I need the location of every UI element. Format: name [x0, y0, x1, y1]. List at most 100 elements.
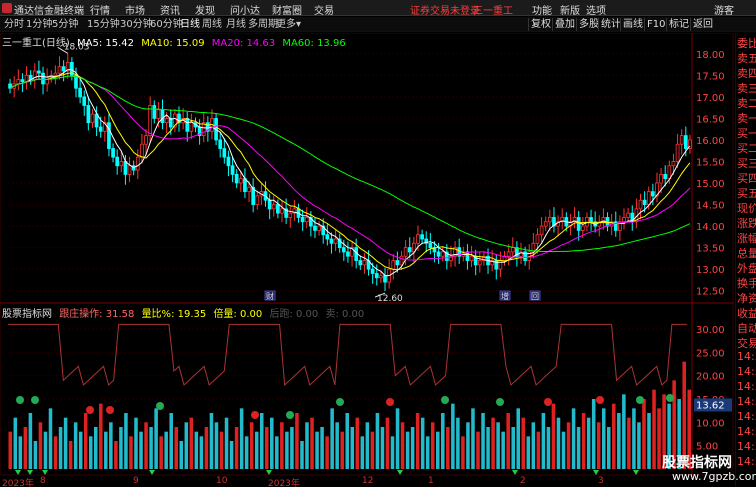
- quote-panel-label: 外盘: [737, 262, 756, 275]
- period-fenshi[interactable]: 分时: [4, 18, 24, 31]
- volume-bar: [496, 422, 500, 469]
- candle-body: [543, 221, 548, 227]
- tool-diejia[interactable]: 叠加: [552, 18, 577, 31]
- volume-bar: [370, 431, 375, 469]
- tool-fanhui[interactable]: 返回: [690, 18, 715, 31]
- menu-item-wenxiaoda[interactable]: 问小达: [230, 2, 260, 17]
- quote-panel-label: 14:5: [737, 395, 756, 408]
- candle-body: [646, 191, 651, 205]
- candle-body: [61, 66, 66, 72]
- tool-huaxian[interactable]: 画线: [620, 18, 645, 31]
- candle-body: [247, 186, 251, 193]
- period-daily[interactable]: 日线: [180, 18, 200, 31]
- volume-bar: [285, 431, 289, 469]
- volume-bar: [360, 436, 365, 469]
- candle-body: [107, 122, 111, 149]
- candle-body: [127, 165, 132, 175]
- period-30min[interactable]: 30分钟: [120, 18, 153, 31]
- candle-body: [185, 117, 190, 132]
- volume-bar: [224, 417, 229, 469]
- candle-body: [16, 79, 21, 85]
- candle-body: [37, 70, 41, 74]
- candle-body: [317, 225, 321, 231]
- date-label: 12: [362, 476, 374, 486]
- period-more[interactable]: 更多: [276, 18, 296, 31]
- date-label: 10: [216, 476, 228, 486]
- volume-bar: [642, 399, 646, 469]
- candle-body: [160, 109, 165, 124]
- volume-bar: [345, 413, 349, 469]
- candle-body: [329, 238, 334, 244]
- indicator-legend: 股票指标网 跟庄操作: 31.58 量比%: 19.35 倍量: 0.00 后跑…: [2, 305, 368, 320]
- volume-bar: [355, 417, 360, 469]
- tool-f10[interactable]: F10: [644, 18, 667, 31]
- menu-item-gongneng[interactable]: 功能: [532, 2, 552, 17]
- candle-body: [379, 275, 383, 279]
- volume-bar: [53, 436, 58, 469]
- period-1min[interactable]: 1分钟: [26, 18, 52, 31]
- volume-bar: [350, 427, 355, 469]
- period-monthly[interactable]: 月线: [226, 18, 246, 31]
- price-tick-label: 17.50: [696, 71, 725, 82]
- signal-dot: [596, 396, 604, 404]
- indicator-name[interactable]: 股票指标网: [2, 309, 52, 320]
- price-tick-label: 15.00: [696, 179, 725, 190]
- volume-bar: [330, 408, 334, 469]
- guest-label[interactable]: 游客: [714, 2, 734, 17]
- more-arrow-icon[interactable]: ▾: [296, 18, 301, 31]
- date-label: 3: [598, 476, 604, 486]
- volume-bar: [239, 408, 244, 469]
- period-multi[interactable]: 多周期: [248, 18, 278, 31]
- sell-arrow-icon: [397, 470, 403, 475]
- candle-body: [362, 260, 367, 266]
- volume-bar: [491, 417, 495, 469]
- candle-body: [626, 212, 630, 218]
- volume-bar: [591, 399, 596, 469]
- volume-bar: [481, 413, 485, 469]
- candle-body: [288, 212, 293, 218]
- candle-body: [304, 217, 309, 223]
- candle-body: [428, 242, 433, 249]
- menu-item-xinban[interactable]: 新版: [560, 2, 580, 17]
- tool-biaoji[interactable]: 标记: [666, 18, 691, 31]
- menu-item-hangqing[interactable]: 行情: [90, 2, 110, 17]
- menu-item-caifuquan[interactable]: 财富圈: [272, 2, 302, 17]
- price-tick-label: 13.50: [696, 244, 725, 255]
- volume-bar: [204, 427, 209, 469]
- tool-fuquan[interactable]: 复权: [528, 18, 553, 31]
- volume-bar: [521, 417, 526, 469]
- candle-body: [651, 191, 655, 197]
- quote-panel-label: 买五: [737, 187, 756, 200]
- volume-bar: [446, 427, 450, 469]
- candle-body: [539, 225, 544, 236]
- candle-body: [276, 204, 280, 214]
- kline-chart[interactable]: 18.00 17.50 17.00 16.50 16.00 15.50 15.00 14.50…: [0, 33, 735, 476]
- volume-bar: [612, 403, 616, 469]
- menu-item-shichang[interactable]: 市场: [125, 2, 145, 17]
- login-notice[interactable]: 证券交易未登录: [410, 2, 480, 17]
- menu-item-zixun[interactable]: 资讯: [160, 2, 180, 17]
- quote-panel-label: 卖三: [737, 82, 756, 95]
- volume-bar: [586, 417, 591, 469]
- menu-item-jiaoyi[interactable]: 交易: [314, 2, 334, 17]
- date-label: 9: [133, 476, 139, 486]
- candle-body: [271, 204, 276, 210]
- period-5min[interactable]: 5分钟: [52, 18, 78, 31]
- period-15min[interactable]: 15分钟: [87, 18, 120, 31]
- menu-item-faxian[interactable]: 发现: [195, 2, 215, 17]
- quote-panel-label: 卖四: [737, 67, 756, 80]
- volume-bar: [375, 413, 380, 469]
- menu-item-xuanxiang[interactable]: 选项: [586, 2, 606, 17]
- quote-panel-label: 14:5: [737, 410, 756, 423]
- signal-dot: [31, 396, 39, 404]
- volume-bar: [199, 436, 204, 469]
- candle-body: [642, 199, 647, 205]
- volume-bar: [164, 431, 168, 469]
- candle-body: [119, 161, 124, 167]
- volume-bar: [632, 408, 636, 469]
- ma10-line: [9, 72, 691, 271]
- period-weekly[interactable]: 周线: [202, 18, 222, 31]
- period-60min[interactable]: 60分钟: [150, 18, 183, 31]
- volume-bar: [114, 441, 118, 469]
- price-tick-label: 17.00: [696, 93, 725, 104]
